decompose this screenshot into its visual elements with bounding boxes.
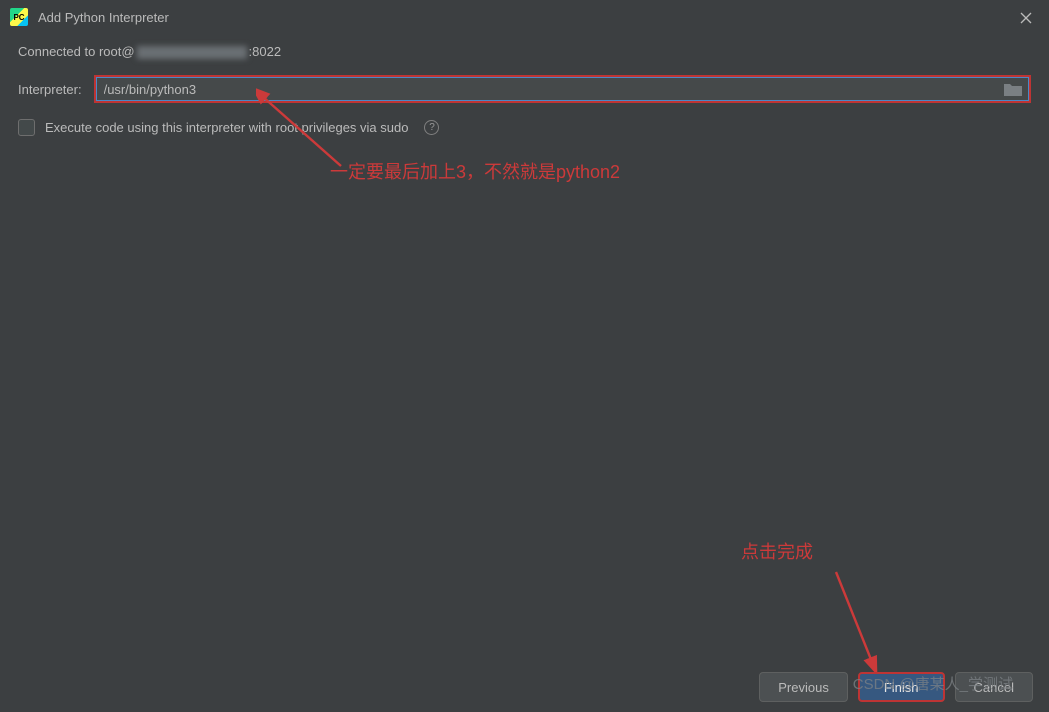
previous-button[interactable]: Previous — [759, 672, 848, 702]
browse-folder-icon[interactable] — [1003, 81, 1023, 97]
sudo-label: Execute code using this interpreter with… — [45, 120, 408, 135]
connected-suffix: :8022 — [249, 44, 282, 59]
annotation-text-1: 一定要最后加上3，不然就是python2 — [330, 158, 620, 184]
finish-button[interactable]: Finish — [858, 672, 945, 702]
dialog-title: Add Python Interpreter — [38, 10, 169, 25]
help-icon[interactable]: ? — [424, 120, 439, 135]
annotation-arrow-2 — [830, 566, 900, 676]
interpreter-input-wrap — [94, 75, 1031, 103]
annotation-text-2: 点击完成 — [741, 538, 813, 564]
titlebar: PC Add Python Interpreter — [0, 0, 1049, 34]
sudo-checkbox[interactable] — [18, 119, 35, 136]
interpreter-row: Interpreter: — [18, 75, 1031, 103]
close-icon — [1020, 12, 1032, 24]
sudo-row: Execute code using this interpreter with… — [18, 119, 1031, 136]
connection-status: Connected to root@ :8022 — [18, 44, 1031, 59]
close-button[interactable] — [1011, 6, 1041, 30]
connected-prefix: Connected to root@ — [18, 44, 135, 59]
interpreter-input[interactable] — [96, 82, 1003, 97]
cancel-button[interactable]: Cancel — [955, 672, 1033, 702]
dialog-content: Connected to root@ :8022 Interpreter: Exe… — [0, 34, 1049, 136]
interpreter-label: Interpreter: — [18, 82, 82, 97]
host-redacted — [137, 46, 247, 59]
pycharm-icon: PC — [10, 8, 28, 26]
button-bar: Previous Finish Cancel — [759, 672, 1033, 702]
